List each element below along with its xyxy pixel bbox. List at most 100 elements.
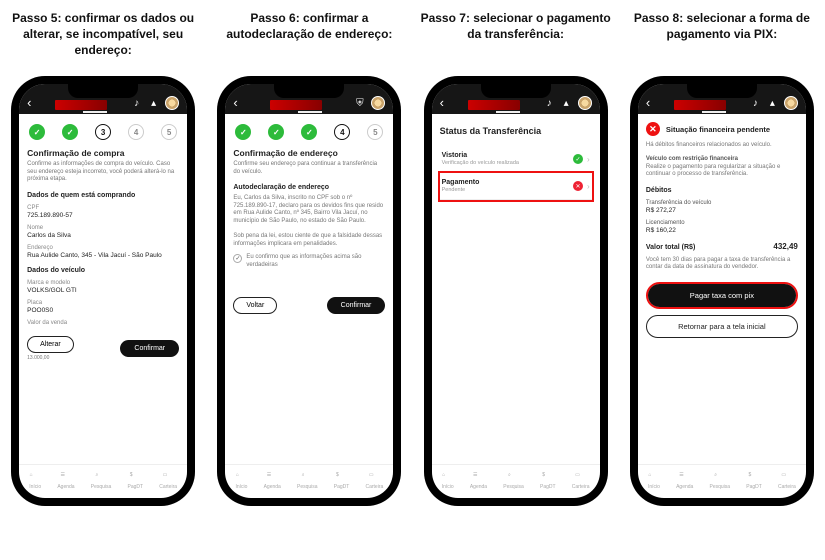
avatar[interactable]: [371, 96, 385, 110]
price-label: Valor da venda: [27, 320, 179, 326]
tutorial-row: Passo 5: confirmar os dados ou alterar, …: [6, 10, 819, 506]
tab-pagdt[interactable]: $PagDT: [128, 472, 144, 490]
pay-pix-button[interactable]: Pagar taxa com pix: [648, 284, 796, 307]
avatar[interactable]: [165, 96, 179, 110]
alter-button[interactable]: Alterar: [27, 336, 74, 353]
restriction-block: Veículo com restrição financeira Realize…: [646, 156, 798, 179]
tab-agenda[interactable]: ☰Agenda: [470, 472, 487, 490]
search-icon: ⌕: [96, 472, 107, 483]
dollar-icon: $: [336, 472, 347, 483]
warning-text: Sob pena da lei, estou ciente de que a f…: [233, 233, 385, 248]
tab-search[interactable]: ⌕Pesquisa: [710, 472, 731, 490]
tab-search[interactable]: ⌕Pesquisa: [503, 472, 524, 490]
top-icons: ⛨: [354, 96, 385, 110]
caption-7: Passo 7: selecionar o pagamento da trans…: [419, 10, 613, 64]
shoe-icon[interactable]: ▴: [148, 98, 159, 109]
sound-icon[interactable]: ♪: [750, 98, 761, 109]
tab-wallet[interactable]: ▭Carteira: [572, 472, 590, 490]
phone-frame: ‹ ♪ ▴ ✕ Situação financeira pendente Há …: [630, 76, 814, 506]
back-icon[interactable]: ‹: [27, 95, 31, 110]
tabbar: ⌂Início ☰Agenda ⌕Pesquisa $PagDT ▭Cartei…: [638, 464, 806, 498]
back-button[interactable]: Voltar: [233, 297, 277, 314]
wallet-icon: ▭: [575, 472, 586, 483]
tab-wallet[interactable]: ▭Carteira: [365, 472, 383, 490]
tab-home[interactable]: ⌂Início: [235, 472, 247, 490]
name-value: Carlos da Silva: [27, 232, 179, 239]
home-icon: ⌂: [236, 472, 247, 483]
tab-wallet[interactable]: ▭Carteira: [778, 472, 796, 490]
step-5-col: Passo 5: confirmar os dados ou alterar, …: [6, 10, 200, 506]
debit-licensing: Licenciamento R$ 160,22: [646, 220, 798, 234]
confirm-button[interactable]: Confirmar: [327, 297, 386, 314]
shield-icon[interactable]: ⛨: [354, 98, 365, 109]
page-title: Confirmação de compra: [27, 148, 179, 158]
total-row: Valor total (R$) 432,49: [646, 242, 798, 251]
step-1-done: [29, 124, 45, 140]
price-value: 13.000,00: [27, 355, 74, 361]
page-title: Confirmação de endereço: [233, 148, 385, 158]
top-icons: ♪ ▴: [750, 96, 798, 110]
step-4: 4: [128, 124, 144, 140]
tab-home[interactable]: ⌂Início: [648, 472, 660, 490]
avatar[interactable]: [578, 96, 592, 110]
notch: [68, 84, 138, 98]
brand-logo: [468, 100, 520, 110]
step-1-done: [235, 124, 251, 140]
debits-head: Débitos: [646, 187, 798, 194]
tab-agenda[interactable]: ☰Agenda: [676, 472, 693, 490]
return-home-button[interactable]: Retornar para a tela inicial: [646, 315, 798, 338]
confirm-checkbox-row[interactable]: ✓ Eu confirmo que as informações acima s…: [233, 254, 385, 269]
checkbox-label: Eu confirmo que as informações acima são…: [246, 254, 385, 269]
checkbox-icon[interactable]: ✓: [233, 254, 242, 263]
sound-icon[interactable]: ♪: [131, 98, 142, 109]
caption-5: Passo 5: confirmar os dados ou alterar, …: [6, 10, 200, 64]
notch: [687, 84, 757, 98]
avatar[interactable]: [784, 96, 798, 110]
step-5: 5: [161, 124, 177, 140]
tab-pagdt[interactable]: $PagDT: [334, 472, 350, 490]
deadline-text: Você tem 30 dias para pagar a taxa de tr…: [646, 257, 798, 272]
tabbar: ⌂Início ☰Agenda ⌕Pesquisa $PagDT ▭Cartei…: [19, 464, 187, 498]
tab-search[interactable]: ⌕Pesquisa: [91, 472, 112, 490]
total-value: 432,49: [773, 242, 797, 251]
step-3-done: [301, 124, 317, 140]
back-icon[interactable]: ‹: [440, 95, 444, 110]
tab-agenda[interactable]: ☰Agenda: [264, 472, 281, 490]
status-left: Pagamento Pendente: [442, 179, 480, 193]
error-circle-icon: ✕: [573, 181, 583, 191]
notch: [481, 84, 551, 98]
list-icon: ☰: [473, 472, 484, 483]
sound-icon[interactable]: ♪: [544, 98, 555, 109]
debit-value: R$ 272,27: [646, 207, 798, 214]
status-name: Pagamento: [442, 179, 480, 186]
tab-pagdt[interactable]: $PagDT: [746, 472, 762, 490]
model-value: VOLKS/GOL GTI: [27, 287, 179, 294]
tab-agenda[interactable]: ☰Agenda: [57, 472, 74, 490]
shoe-icon[interactable]: ▴: [561, 98, 572, 109]
shoe-icon[interactable]: ▴: [767, 98, 778, 109]
tab-search[interactable]: ⌕Pesquisa: [297, 472, 318, 490]
back-icon[interactable]: ‹: [646, 95, 650, 110]
content: Status da Transferência Vistoria Verific…: [432, 114, 600, 464]
status-sub: Verificação do veículo realizada: [442, 160, 519, 166]
brand-logo: [55, 100, 107, 110]
step-7-col: Passo 7: selecionar o pagamento da trans…: [419, 10, 613, 506]
step-8-col: Passo 8: selecionar a forma de pagamento…: [625, 10, 819, 506]
content: 4 5 Confirmação de endereço Confirme seu…: [225, 114, 393, 464]
plate-label: Placa: [27, 300, 179, 306]
status-pagamento[interactable]: Pagamento Pendente ✕ ›: [440, 173, 592, 200]
name-label: Nome: [27, 225, 179, 231]
intro-text: Confirme seu endereço para continuar a t…: [233, 161, 385, 176]
alert-row: ✕ Situação financeira pendente: [646, 122, 798, 136]
status-vistoria[interactable]: Vistoria Verificação do veículo realizad…: [440, 146, 592, 173]
intro-text: Confirme as informações de compra do veí…: [27, 161, 179, 184]
list-icon: ☰: [679, 472, 690, 483]
confirm-button[interactable]: Confirmar: [120, 340, 179, 357]
tab-home[interactable]: ⌂Início: [29, 472, 41, 490]
tab-wallet[interactable]: ▭Carteira: [159, 472, 177, 490]
back-icon[interactable]: ‹: [233, 95, 237, 110]
stepper: 3 4 5: [27, 124, 179, 140]
tab-home[interactable]: ⌂Início: [442, 472, 454, 490]
dollar-icon: $: [542, 472, 553, 483]
tab-pagdt[interactable]: $PagDT: [540, 472, 556, 490]
